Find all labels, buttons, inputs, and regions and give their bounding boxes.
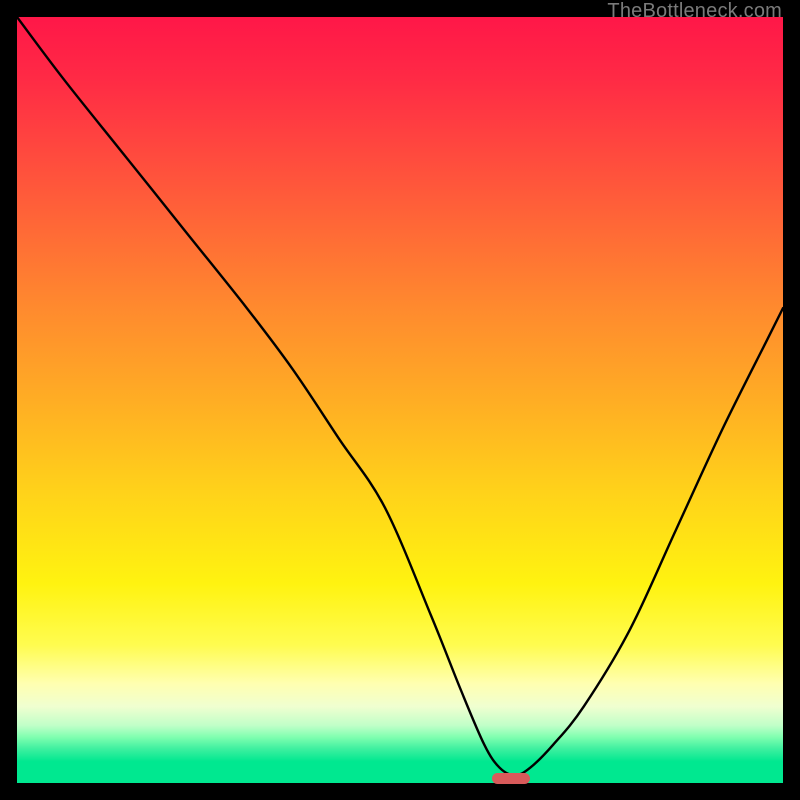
optimal-marker [492, 773, 530, 784]
bottleneck-curve [17, 17, 783, 783]
plot-area [17, 17, 783, 783]
chart-frame: TheBottleneck.com [0, 0, 800, 800]
